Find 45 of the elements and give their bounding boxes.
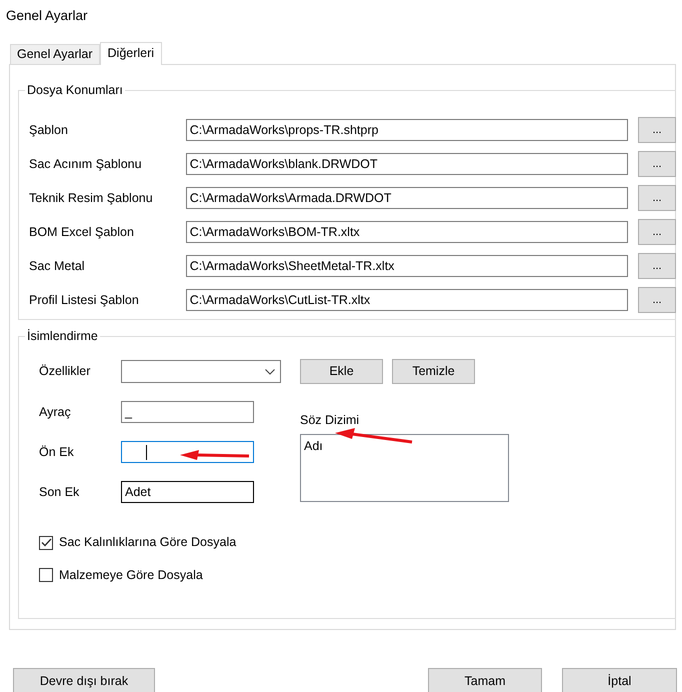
path-field[interactable]: C:\ArmadaWorks\props-TR.shtprp [186, 119, 628, 142]
chevron-down-icon [265, 368, 275, 375]
field-label: Özellikler [39, 363, 92, 380]
dialog-button[interactable]: İptal [562, 668, 677, 692]
checkbox-label: Malzemeye Göre Dosyala [59, 567, 203, 584]
field-label: Şablon [29, 122, 69, 139]
field-label: BOM Excel Şablon [29, 224, 135, 241]
field-label: Söz Dizimi [300, 412, 360, 430]
browse-button[interactable]: ... [638, 185, 676, 212]
path-field[interactable]: C:\ArmadaWorks\SheetMetal-TR.xltx [186, 255, 628, 278]
checkbox-label: Sac Kalınlıklarına Göre Dosyala [59, 534, 236, 552]
path-field[interactable]: C:\ArmadaWorks\blank.DRWDOT [186, 153, 628, 176]
tab[interactable]: Genel Ayarlar [10, 44, 100, 64]
field-label: Profil Listesi Şablon [29, 292, 140, 309]
browse-button[interactable]: ... [638, 219, 676, 246]
syntax-list[interactable]: Adı [300, 434, 509, 502]
field-label: Ayraç [39, 404, 72, 421]
list-item[interactable]: Adı [304, 437, 505, 456]
field-label: Sac Acınım Şablonu [29, 156, 143, 173]
dialog-button[interactable]: Devre dışı bırak [13, 668, 155, 692]
browse-button[interactable]: ... [638, 253, 676, 280]
browse-button[interactable]: ... [638, 287, 676, 314]
path-field[interactable]: C:\ArmadaWorks\CutList-TR.xltx [186, 289, 628, 312]
checkbox[interactable] [39, 536, 53, 550]
field-label: Teknik Resim Şablonu [29, 190, 154, 207]
browse-button[interactable]: ... [638, 117, 676, 144]
field-label: Ön Ek [39, 444, 75, 461]
path-field[interactable]: C:\ArmadaWorks\Armada.DRWDOT [186, 187, 628, 210]
checkbox[interactable] [39, 568, 53, 582]
group-title: Dosya Konumları [25, 82, 125, 98]
action-button[interactable]: Temizle [392, 359, 475, 384]
path-field[interactable]: C:\ArmadaWorks\BOM-TR.xltx [186, 221, 628, 244]
arrow [179, 449, 251, 462]
text-field[interactable]: Adet [121, 481, 254, 504]
text-cursor [146, 444, 147, 460]
action-button[interactable]: Ekle [300, 359, 383, 384]
dialog-button[interactable]: Tamam [428, 668, 542, 692]
text-field[interactable]: _ [121, 401, 254, 424]
tab[interactable]: Diğerleri [100, 42, 162, 66]
window-title: Genel Ayarlar [6, 7, 88, 25]
properties-dropdown[interactable] [121, 360, 281, 384]
text-field[interactable] [121, 441, 254, 464]
browse-button[interactable]: ... [638, 151, 676, 178]
field-label: Son Ek [39, 484, 80, 501]
field-label: Sac Metal [29, 258, 86, 275]
